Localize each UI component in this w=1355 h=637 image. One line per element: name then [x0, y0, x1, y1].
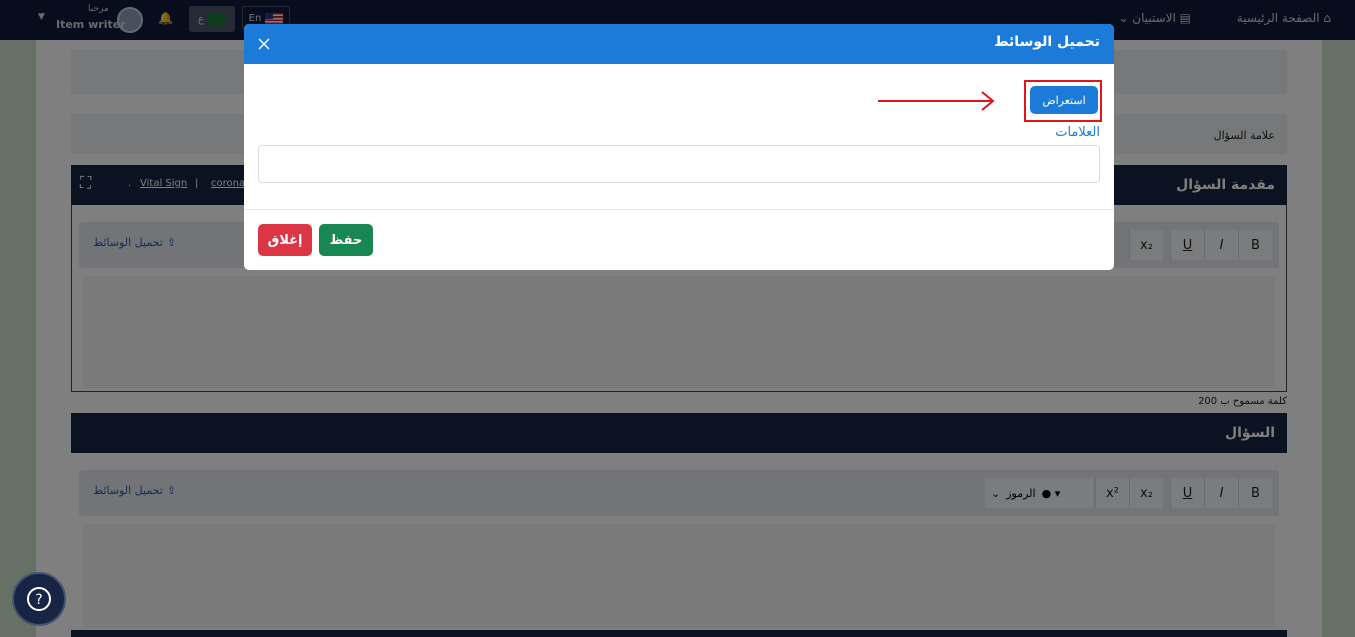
upload-media-modal: تحميل الوسائط استعراض العلامات حفظ إغلاق	[244, 24, 1114, 270]
save-button[interactable]: حفظ	[319, 224, 373, 256]
modal-header: تحميل الوسائط	[244, 24, 1114, 64]
browse-button[interactable]: استعراض	[1030, 86, 1098, 114]
tags-input[interactable]	[258, 145, 1100, 183]
arrow-annotation-icon	[878, 91, 995, 111]
modal-footer-divider	[244, 209, 1114, 210]
svg-text:?: ?	[35, 592, 42, 608]
tags-label: العلامات	[1055, 125, 1100, 140]
close-button[interactable]: إغلاق	[258, 224, 312, 256]
help-icon: ?	[27, 587, 51, 611]
modal-title: تحميل الوسائط	[994, 34, 1100, 50]
close-icon[interactable]	[256, 36, 272, 52]
help-button[interactable]: ?	[12, 572, 66, 626]
